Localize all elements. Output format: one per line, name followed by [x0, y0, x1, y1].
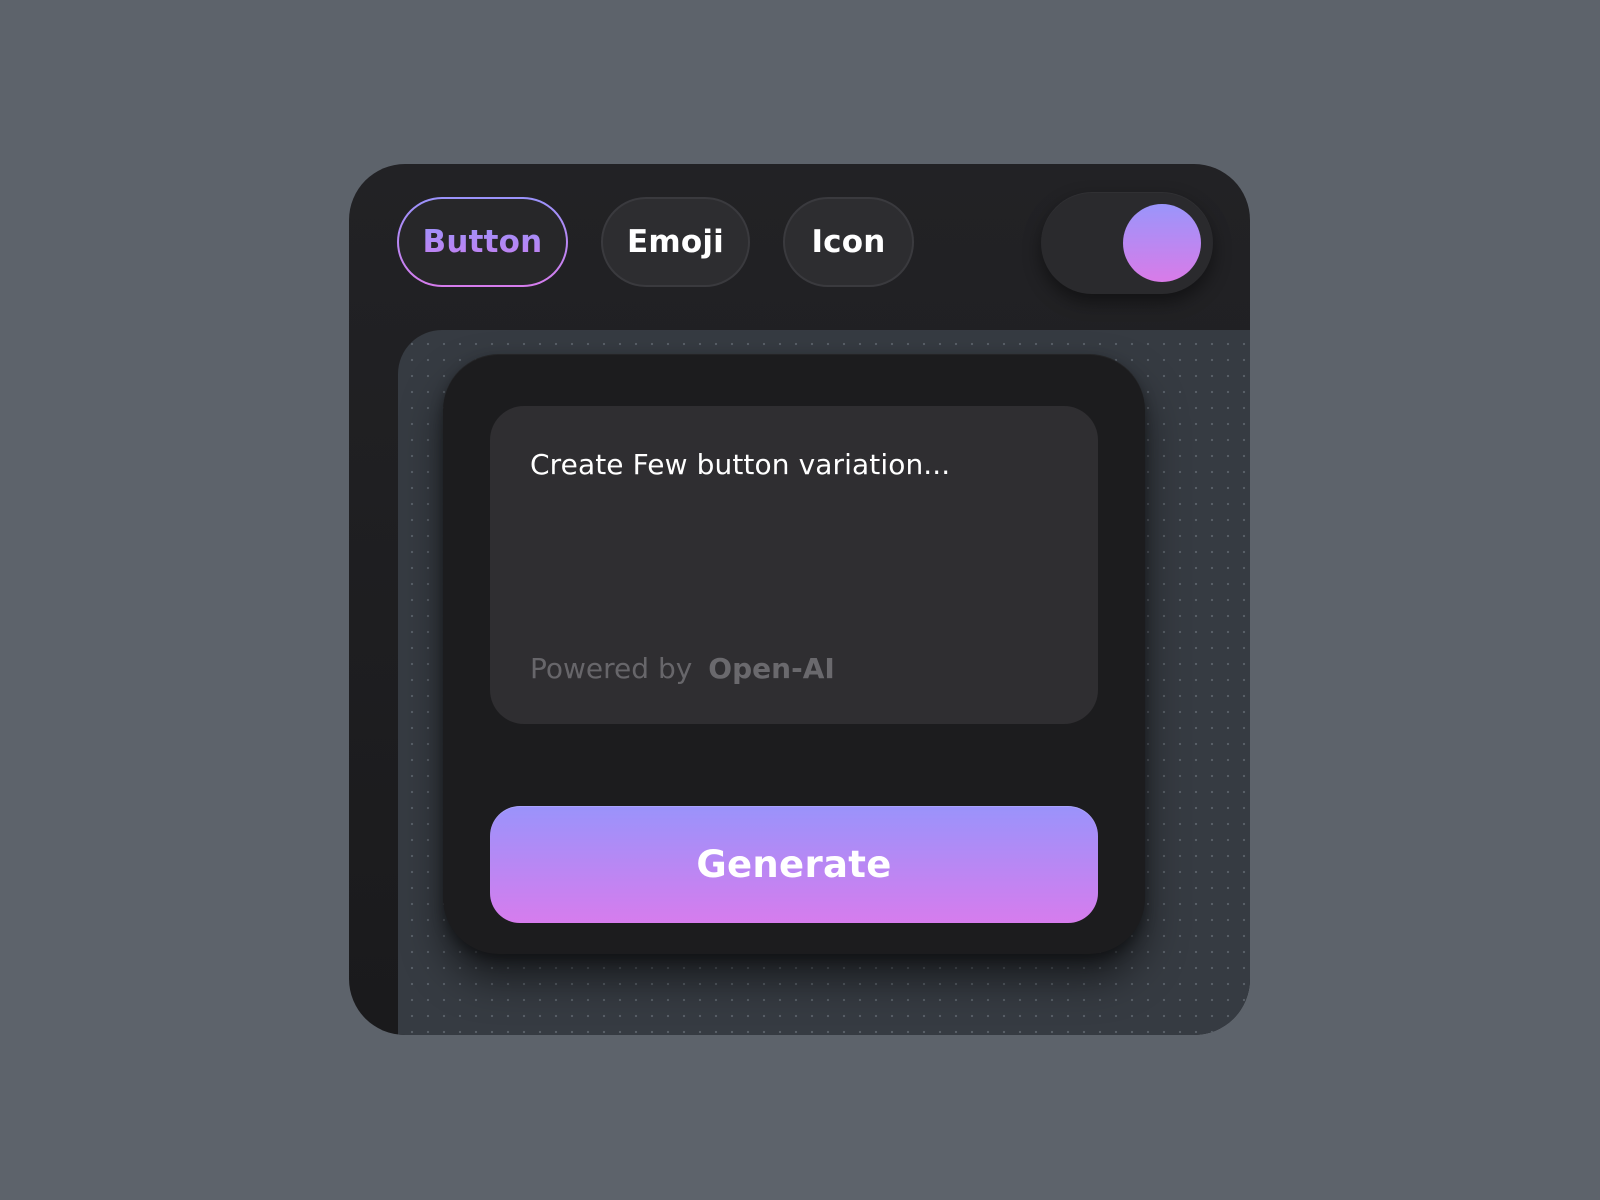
theme-toggle[interactable] [1041, 192, 1213, 294]
prompt-text: Create Few button variation... [530, 448, 951, 481]
generator-card: Create Few button variation... Powered b… [443, 354, 1145, 954]
powered-by-brand: Open-AI [708, 652, 835, 685]
powered-by: Powered by Open-AI [530, 652, 835, 685]
tab-icon-label: Icon [811, 224, 886, 260]
tab-emoji-label: Emoji [626, 224, 725, 260]
app-window: Button Emoji Icon Create Few button vari… [349, 164, 1250, 1035]
generate-button[interactable]: Generate [490, 806, 1098, 923]
prompt-input[interactable]: Create Few button variation... Powered b… [490, 406, 1098, 724]
tab-icon[interactable]: Icon [783, 197, 914, 287]
dotted-canvas: Create Few button variation... Powered b… [398, 330, 1250, 1035]
generate-button-label: Generate [696, 843, 892, 886]
powered-by-label: Powered by [530, 652, 693, 685]
toggle-knob[interactable] [1123, 204, 1201, 282]
tab-button-label: Button [422, 224, 543, 260]
tab-button[interactable]: Button [397, 197, 568, 287]
tab-emoji[interactable]: Emoji [601, 197, 750, 287]
